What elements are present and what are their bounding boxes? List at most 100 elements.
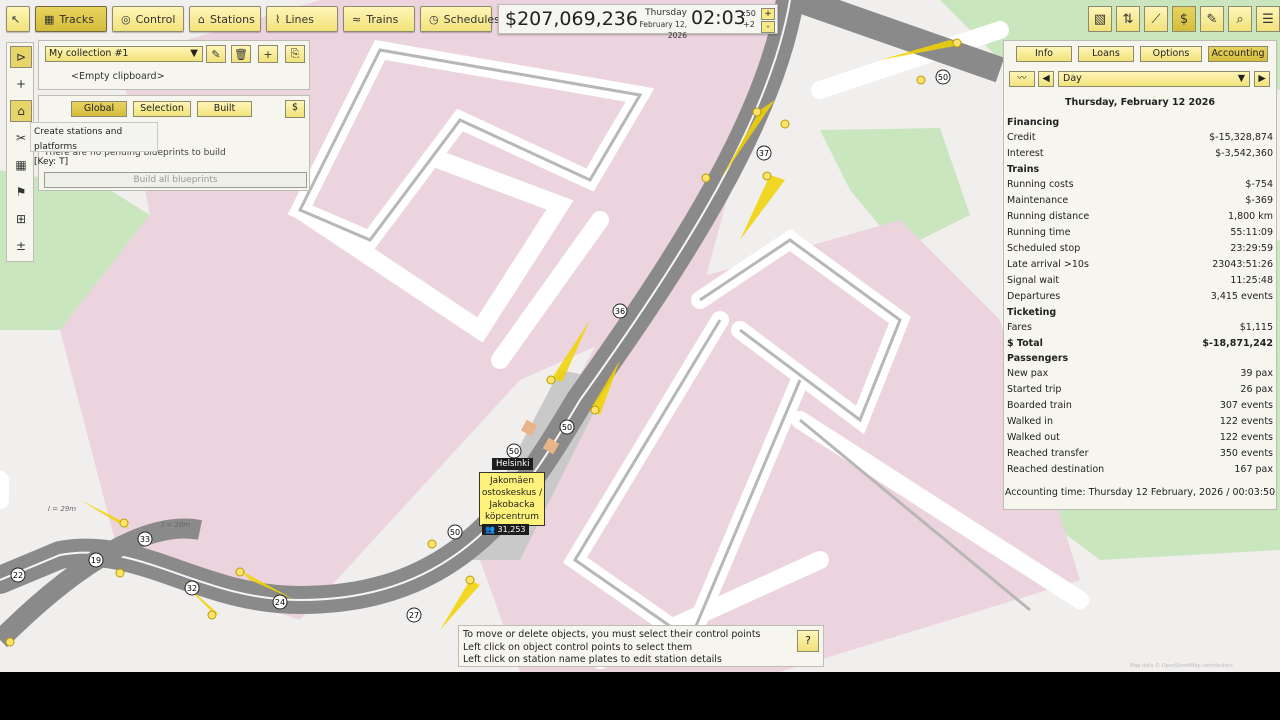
trash-icon: 🗑 [234, 47, 248, 61]
selection-button[interactable]: Selection [133, 101, 191, 117]
map-icon[interactable]: ▧ [1088, 6, 1112, 32]
flag-icon[interactable]: ⚑ [10, 181, 32, 203]
station-icon: ⌂ [198, 12, 205, 26]
speed-value: +2 [743, 20, 755, 29]
cursor-icon: ↖ [11, 12, 21, 26]
build-all-button[interactable]: Build all blueprints [44, 172, 307, 188]
tracks-button[interactable]: ▦ Tracks [35, 6, 107, 32]
signal-icon: ◎ [121, 12, 131, 26]
chart-icon: 〰 [1017, 73, 1027, 84]
chart-button[interactable]: 〰 [1009, 71, 1035, 87]
schedules-label: Schedules [443, 12, 500, 26]
svg-text:50: 50 [509, 447, 519, 456]
chevron-left-icon: ◀ [1042, 73, 1050, 84]
lines-button[interactable]: ⌇ Lines [266, 6, 338, 32]
platform-tool-icon[interactable]: ▦ [10, 154, 32, 176]
dollar-icon[interactable]: $ [1172, 6, 1196, 32]
row-label: Running distance [1007, 211, 1090, 222]
lines-icon: ⌇ [275, 12, 281, 26]
help-button[interactable]: ? [797, 630, 819, 652]
svg-text:50: 50 [562, 423, 572, 432]
tab-options[interactable]: Options [1140, 46, 1202, 62]
distance-label: I = 20m [162, 521, 190, 529]
edit-button[interactable]: ✎ [206, 45, 226, 63]
bridge-tool-icon[interactable]: ⊞ [10, 208, 32, 230]
svg-text:27: 27 [409, 611, 419, 620]
cut-tool-icon[interactable]: ✂ [10, 127, 32, 149]
svg-text:22: 22 [13, 571, 23, 580]
row-label: $ Total [1007, 338, 1043, 349]
layers-icon[interactable]: ⇅ [1116, 6, 1140, 32]
speed-sign: 37 [756, 145, 772, 161]
paste-icon: ⎘ [290, 47, 300, 60]
row-label: Signal wait [1007, 275, 1060, 286]
row-label: Started trip [1007, 384, 1062, 395]
row-label: Walked out [1007, 432, 1060, 443]
add-track-icon[interactable]: + [10, 73, 32, 95]
row-value: 1,800 km [1228, 211, 1273, 222]
trains-button[interactable]: ≈ Trains [343, 6, 415, 32]
delete-button[interactable]: 🗑 [231, 45, 251, 63]
left-toolbar: ⊳ + ⌂ ✂ ▦ ⚑ ⊞ ± [6, 42, 34, 262]
collection-value: My collection #1 [49, 48, 129, 59]
station-tool-icon[interactable]: ⌂ [10, 100, 32, 122]
accounting-section-row: Passengers [1007, 351, 1274, 366]
tab-loans[interactable]: Loans [1078, 46, 1134, 62]
seconds-value: :50 [743, 9, 756, 18]
accounting-row: Credit $-15,328,874 [1007, 130, 1274, 146]
stations-button[interactable]: ⌂ Stations [189, 6, 261, 32]
accounting-row: Running time 55:11:09 [1007, 225, 1274, 241]
station-city-label[interactable]: Helsinki [492, 458, 534, 470]
control-button[interactable]: ◎ Control [112, 6, 184, 32]
add-signal-icon[interactable]: ± [10, 235, 32, 257]
speed-sign: 22 [10, 567, 26, 583]
row-label: New pax [1007, 368, 1049, 379]
lines-label: Lines [285, 12, 315, 26]
row-value: 11:25:48 [1230, 275, 1273, 286]
clock-icon: ◷ [429, 12, 439, 26]
accounting-section-row: $ Total $-18,871,242 [1007, 336, 1274, 351]
speed-sign: 19 [88, 552, 104, 568]
accounting-panel: Info Loans Options Accounting 〰 ◀ Day ▼ … [1003, 40, 1277, 510]
dollar-icon: $ [291, 102, 299, 113]
blueprint-tool-icon[interactable]: ⊳ [10, 46, 32, 68]
accounting-row: Walked out 122 events [1007, 430, 1274, 446]
svg-text:19: 19 [91, 556, 101, 565]
row-value: 122 events [1219, 432, 1273, 443]
accounting-section-row: Ticketing [1007, 305, 1274, 320]
hint-line: Left click on object control points to s… [463, 641, 693, 653]
money-display: $207,069,236 [505, 8, 638, 30]
tab-info[interactable]: Info [1016, 46, 1072, 62]
weekday: Thursday [645, 8, 687, 18]
row-label: Scheduled stop [1007, 243, 1081, 254]
svg-text:50: 50 [450, 528, 460, 537]
schedules-button[interactable]: ◷ Schedules [420, 6, 500, 32]
next-period-button[interactable]: ▶ [1254, 71, 1270, 87]
period-dropdown[interactable]: Day ▼ [1058, 71, 1250, 87]
speed-up-button[interactable]: + [761, 8, 775, 20]
row-label: Maintenance [1007, 195, 1069, 206]
search-icon[interactable]: ⌕ [1228, 6, 1252, 32]
select-tool-button[interactable]: ↖ [6, 6, 30, 32]
build-cost-button[interactable]: $ [285, 100, 305, 118]
global-button[interactable]: Global [71, 101, 127, 117]
wrench-icon[interactable]: ✎ [1200, 6, 1224, 32]
ruler-icon[interactable]: ⟋ [1144, 6, 1168, 32]
collection-dropdown[interactable]: My collection #1 ▼ [45, 46, 203, 62]
row-label: Boarded train [1007, 400, 1072, 411]
accounting-row: Late arrival >10s 23043:51:26 [1007, 257, 1274, 273]
stations-label: Stations [209, 12, 255, 26]
row-value: $1,115 [1239, 322, 1273, 333]
accounting-row: Boarded train 307 events [1007, 398, 1274, 414]
menu-icon[interactable]: ☰ [1256, 6, 1280, 32]
add-button[interactable]: + [258, 45, 278, 63]
tab-accounting[interactable]: Accounting [1208, 46, 1268, 62]
prev-period-button[interactable]: ◀ [1038, 71, 1054, 87]
speed-down-button[interactable]: - [761, 21, 775, 33]
built-button[interactable]: Built [197, 101, 252, 117]
speed-sign: 50 [447, 524, 463, 540]
station-name-plate[interactable]: Jakomäen ostoskeskus / Jakobacka köpcent… [479, 472, 545, 526]
paste-button[interactable]: ⎘ [285, 45, 305, 63]
tooltip-title: Create stations and platforms [34, 127, 123, 152]
row-label: Trains [1007, 164, 1040, 175]
